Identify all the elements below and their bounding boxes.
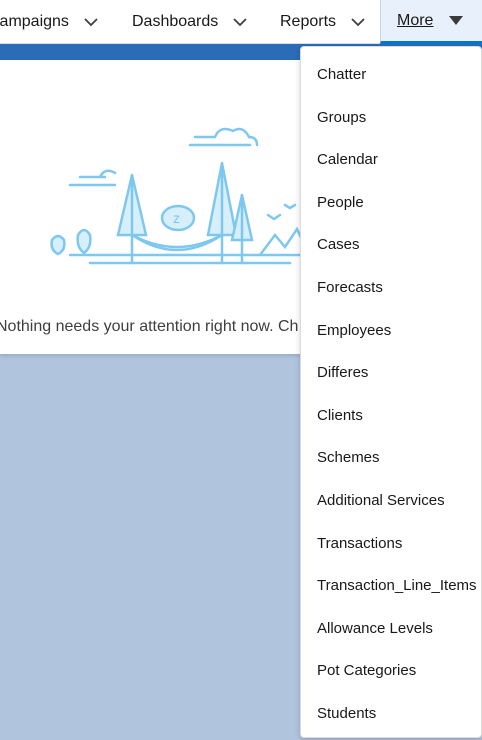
menu-item-cases[interactable]: Cases: [301, 224, 481, 267]
menu-item-pot-categories[interactable]: Pot Categories: [301, 650, 481, 693]
empty-state-message: Nothing needs your attention right now. …: [0, 318, 299, 335]
menu-item-clients[interactable]: Clients: [301, 395, 481, 438]
menu-item-forecasts[interactable]: Forecasts: [301, 267, 481, 310]
menu-item-students[interactable]: Students: [301, 693, 481, 736]
caret-down-icon: [449, 16, 464, 25]
menu-item-calendar[interactable]: Calendar: [301, 139, 481, 182]
assistant-card: t z: [0, 60, 318, 354]
nav-item-label: Reports: [280, 13, 337, 30]
nav-item-dashboards[interactable]: Dashboards: [132, 0, 248, 44]
menu-item-transactions[interactable]: Transactions: [301, 523, 481, 566]
svg-text:z: z: [173, 210, 180, 226]
top-navigation: Campaigns Dashboards Reports More: [0, 0, 482, 44]
nav-more-label: More: [397, 11, 434, 29]
menu-item-schemes[interactable]: Schemes: [301, 437, 481, 480]
menu-item-transaction-line-items[interactable]: Transaction_Line_Items: [301, 565, 481, 608]
nav-more-button[interactable]: More: [380, 0, 482, 44]
chevron-down-icon[interactable]: [350, 14, 366, 30]
more-dropdown-menu: Chatter Groups Calendar People Cases For…: [300, 46, 482, 738]
nav-item-reports[interactable]: Reports: [280, 0, 366, 44]
chevron-down-icon[interactable]: [83, 14, 99, 30]
menu-item-additional-services[interactable]: Additional Services: [301, 480, 481, 523]
menu-item-groups[interactable]: Groups: [301, 97, 481, 140]
nav-item-label: Dashboards: [132, 13, 219, 30]
menu-item-allowance-levels[interactable]: Allowance Levels: [301, 608, 481, 651]
menu-item-people[interactable]: People: [301, 182, 481, 225]
nav-item-label: Campaigns: [0, 13, 69, 30]
nav-item-campaigns[interactable]: Campaigns: [0, 0, 99, 44]
menu-item-differes[interactable]: Differes: [301, 352, 481, 395]
chevron-down-icon[interactable]: [232, 14, 248, 30]
menu-item-chatter[interactable]: Chatter: [301, 54, 481, 97]
menu-item-employees[interactable]: Employees: [301, 310, 481, 353]
empty-state-illustration: z: [50, 127, 310, 265]
